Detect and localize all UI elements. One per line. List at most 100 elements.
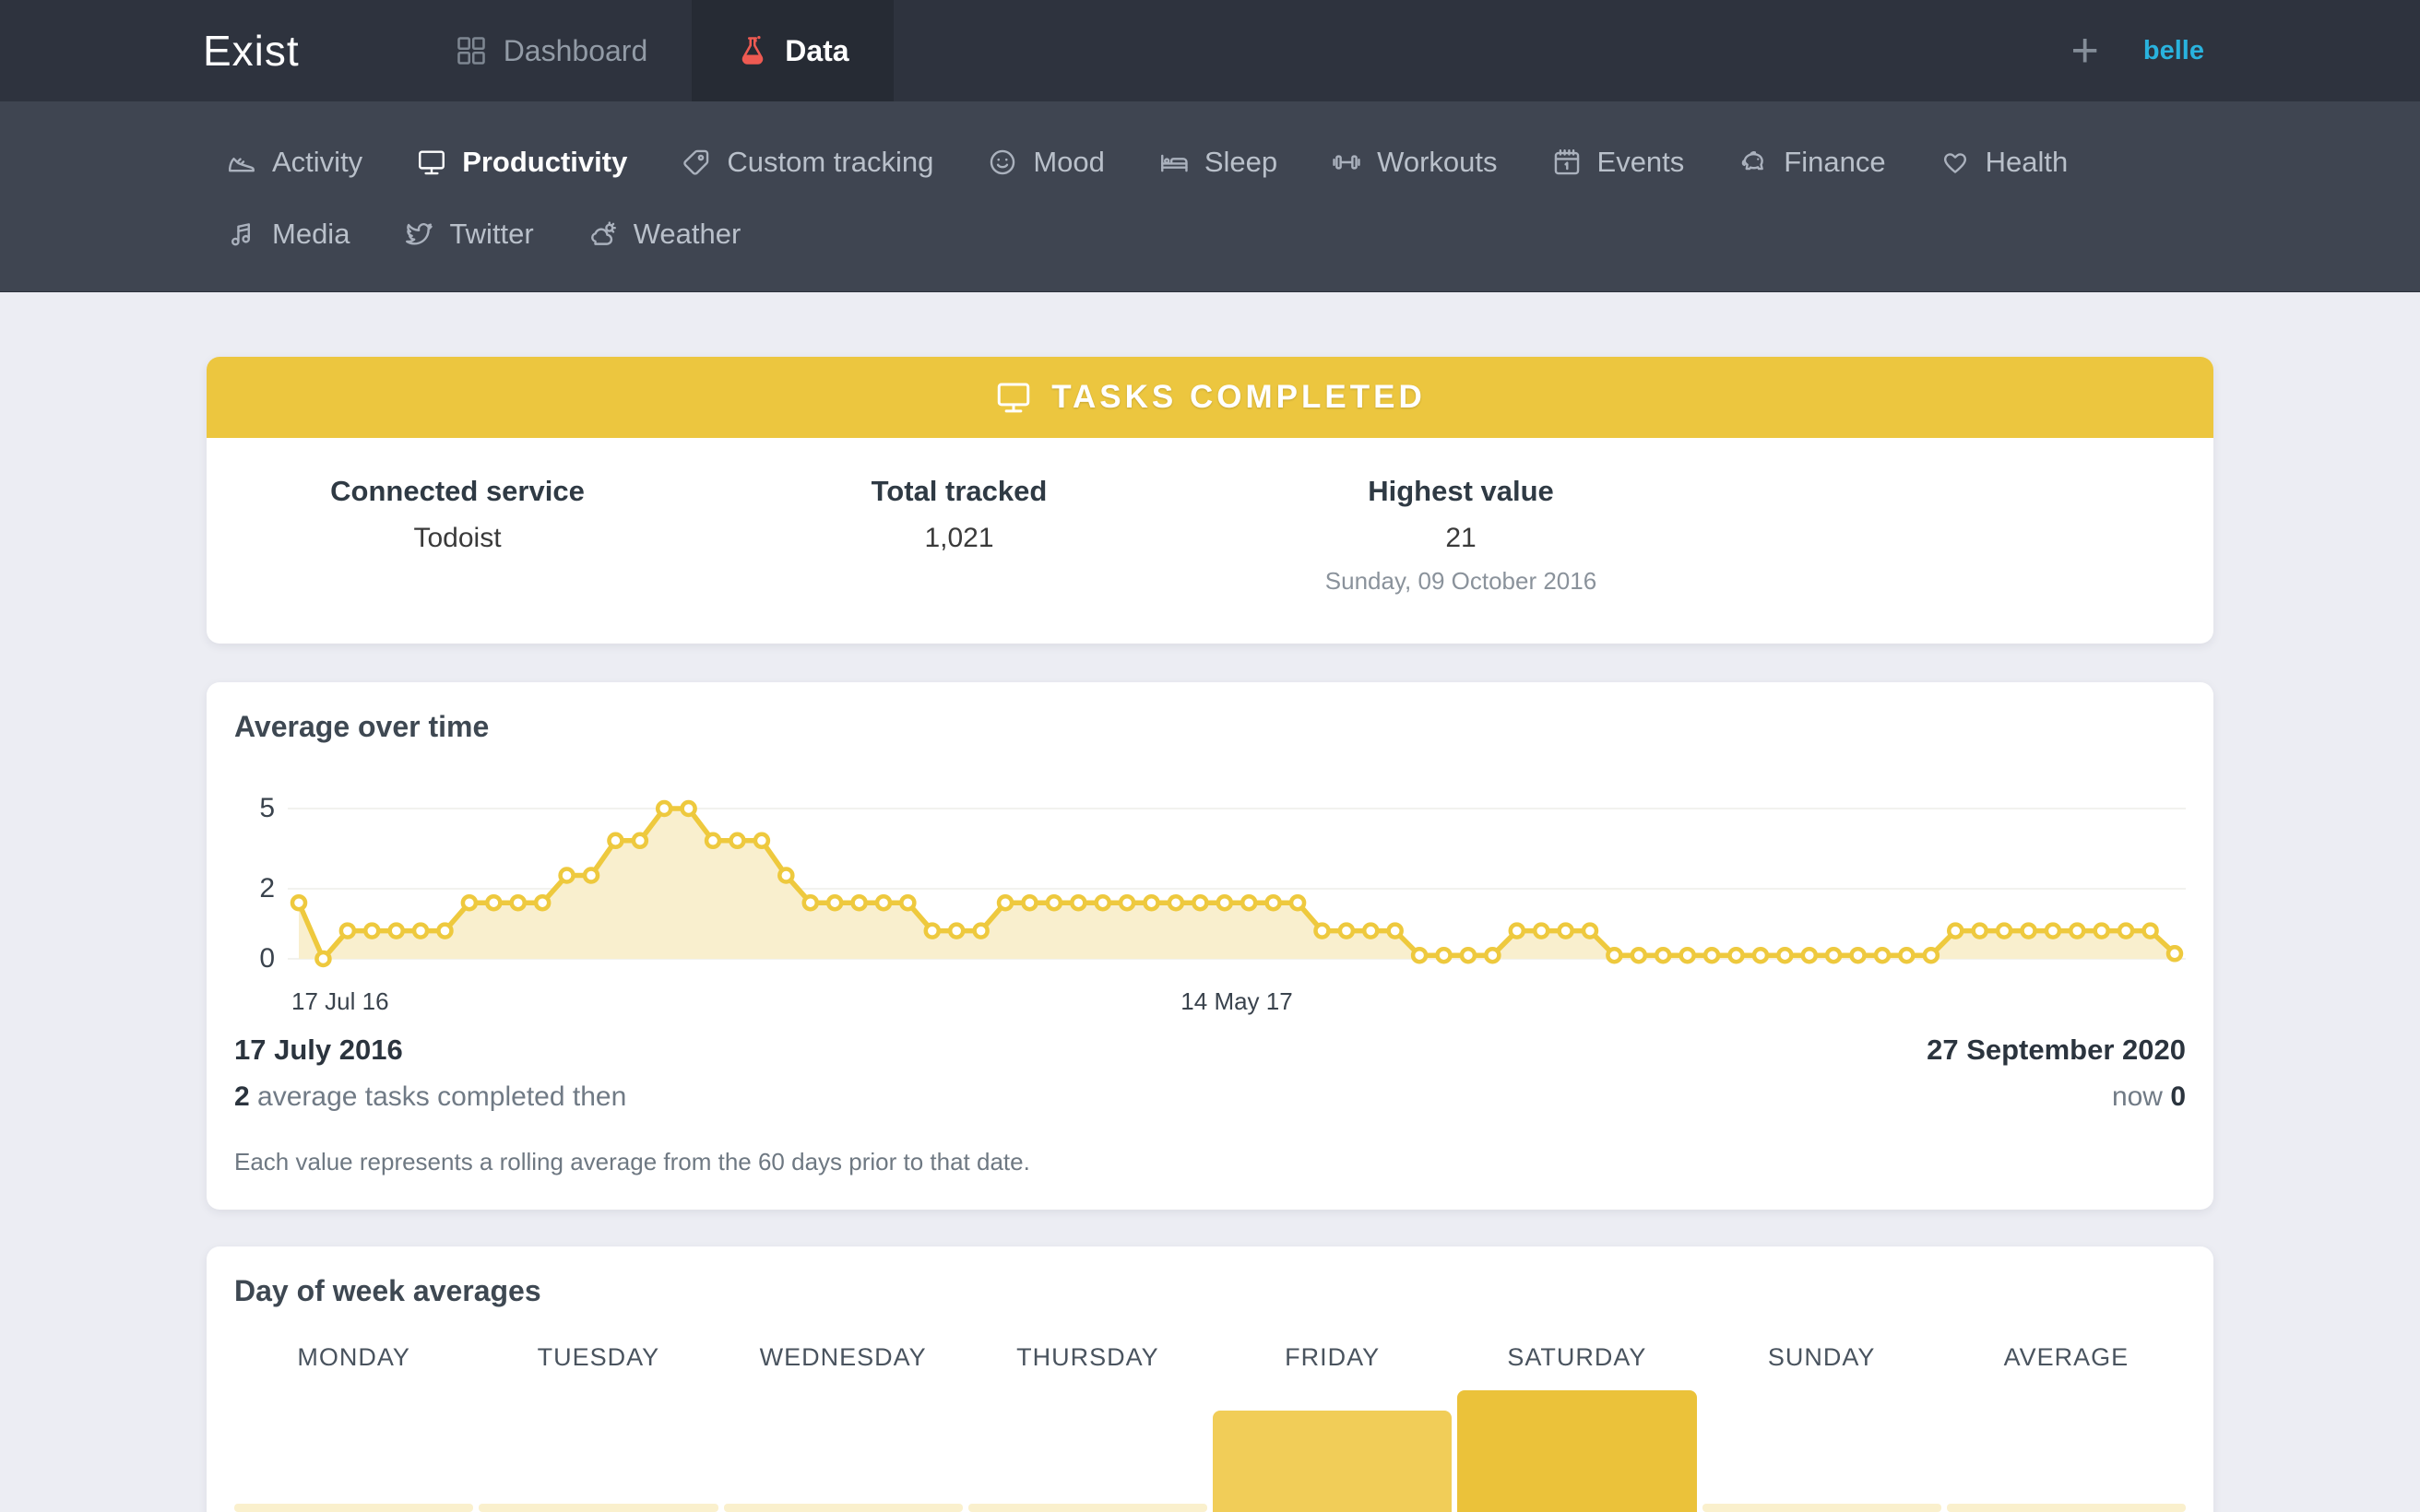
data-point[interactable] [1459,946,1477,964]
data-point[interactable] [1094,893,1112,912]
data-point[interactable] [1264,893,1282,912]
subnav-item-media[interactable]: Media [226,218,350,251]
data-point[interactable] [1606,946,1623,964]
data-point[interactable] [558,867,575,884]
data-point[interactable] [1508,922,1526,939]
data-point[interactable] [1435,946,1453,964]
subnav-item-mood[interactable]: Mood [987,146,1105,179]
data-point[interactable] [631,832,649,850]
data-point[interactable] [1192,893,1209,912]
subnav-item-sleep[interactable]: Sleep [1158,146,1277,179]
data-point[interactable] [1070,893,1087,912]
data-point[interactable] [1898,946,1916,964]
subnav-item-productivity[interactable]: Productivity [416,146,627,179]
data-point[interactable] [1630,946,1648,964]
data-point[interactable] [1776,946,1794,964]
data-point[interactable] [1873,946,1892,964]
data-point[interactable] [1118,893,1136,912]
data-point[interactable] [850,893,868,912]
data-point[interactable] [363,922,381,939]
data-point[interactable] [704,832,722,850]
data-point[interactable] [996,893,1014,912]
data-point[interactable] [338,922,357,939]
subnav-item-twitter[interactable]: Twitter [403,218,534,251]
data-point[interactable] [1727,946,1745,964]
data-point[interactable] [533,893,552,912]
data-point[interactable] [2020,922,2037,939]
data-point[interactable] [2141,922,2159,939]
data-point[interactable] [485,893,503,912]
week-bar-sunday[interactable] [1702,1504,1941,1512]
data-point[interactable] [1581,922,1599,939]
data-point[interactable] [1702,946,1721,964]
data-point[interactable] [1654,946,1672,964]
data-point[interactable] [825,893,844,912]
data-point[interactable] [972,922,990,939]
data-point[interactable] [436,922,454,939]
data-point[interactable] [1386,922,1404,939]
subnav-item-activity[interactable]: Activity [226,146,362,179]
week-bar-saturday[interactable] [1457,1390,1697,1512]
data-point[interactable] [460,893,479,912]
data-point[interactable] [1240,893,1258,912]
week-bar-monday[interactable] [234,1504,474,1512]
main-nav-tab-dashboard[interactable]: Dashboard [410,0,693,101]
data-point[interactable] [1849,946,1867,964]
data-point[interactable] [1021,893,1038,912]
data-point[interactable] [1143,893,1160,912]
data-point[interactable] [753,832,771,850]
data-point[interactable] [2093,922,2110,939]
data-point[interactable] [729,832,746,850]
data-point[interactable] [509,893,528,912]
data-point[interactable] [2117,922,2135,939]
week-bar-average[interactable] [1946,1504,2186,1512]
data-point[interactable] [1532,922,1550,939]
week-bar-wednesday[interactable] [723,1504,963,1512]
data-point[interactable] [1045,893,1063,912]
week-bar-thursday[interactable] [967,1504,1207,1512]
data-point[interactable] [1410,946,1429,964]
data-point[interactable] [2069,922,2086,939]
data-point[interactable] [387,922,405,939]
data-point[interactable] [899,893,917,912]
username-link[interactable]: belle [2143,36,2204,66]
subnav-item-events[interactable]: Events [1551,146,1684,179]
data-point[interactable] [607,832,624,850]
subnav-item-health[interactable]: Health [1940,146,2068,179]
data-point[interactable] [655,799,673,818]
data-point[interactable] [874,893,893,912]
data-point[interactable] [1484,946,1501,964]
add-button[interactable]: + [2071,27,2099,75]
data-point[interactable] [582,867,600,884]
week-bar-tuesday[interactable] [479,1504,718,1512]
data-point[interactable] [1995,922,2013,939]
data-point[interactable] [1751,946,1770,964]
app-logo[interactable]: Exist [0,0,300,101]
data-point[interactable] [1800,946,1819,964]
data-point[interactable] [923,922,942,939]
data-point[interactable] [1216,893,1234,912]
main-nav-tab-data[interactable]: Data [692,0,894,101]
data-point[interactable] [2165,945,2184,963]
subnav-item-custom-tracking[interactable]: Custom tracking [681,146,933,179]
data-point[interactable] [411,922,430,939]
data-point[interactable] [290,893,308,912]
week-bar-friday[interactable] [1213,1411,1453,1512]
data-point[interactable] [1971,922,1988,939]
subnav-item-finance[interactable]: Finance [1738,146,1886,179]
average-line-chart[interactable] [288,785,2186,978]
data-point[interactable] [1824,946,1843,964]
data-point[interactable] [1337,922,1356,939]
data-point[interactable] [1946,922,1964,939]
data-point[interactable] [314,950,332,968]
data-point[interactable] [1557,922,1574,939]
data-point[interactable] [680,799,697,818]
data-point[interactable] [2044,922,2062,939]
data-point[interactable] [1313,922,1331,939]
data-point[interactable] [947,922,966,939]
subnav-item-workouts[interactable]: Workouts [1331,146,1498,179]
data-point[interactable] [801,893,820,912]
data-point[interactable] [1679,946,1696,964]
data-point[interactable] [1167,893,1185,912]
data-point[interactable] [1288,893,1307,912]
